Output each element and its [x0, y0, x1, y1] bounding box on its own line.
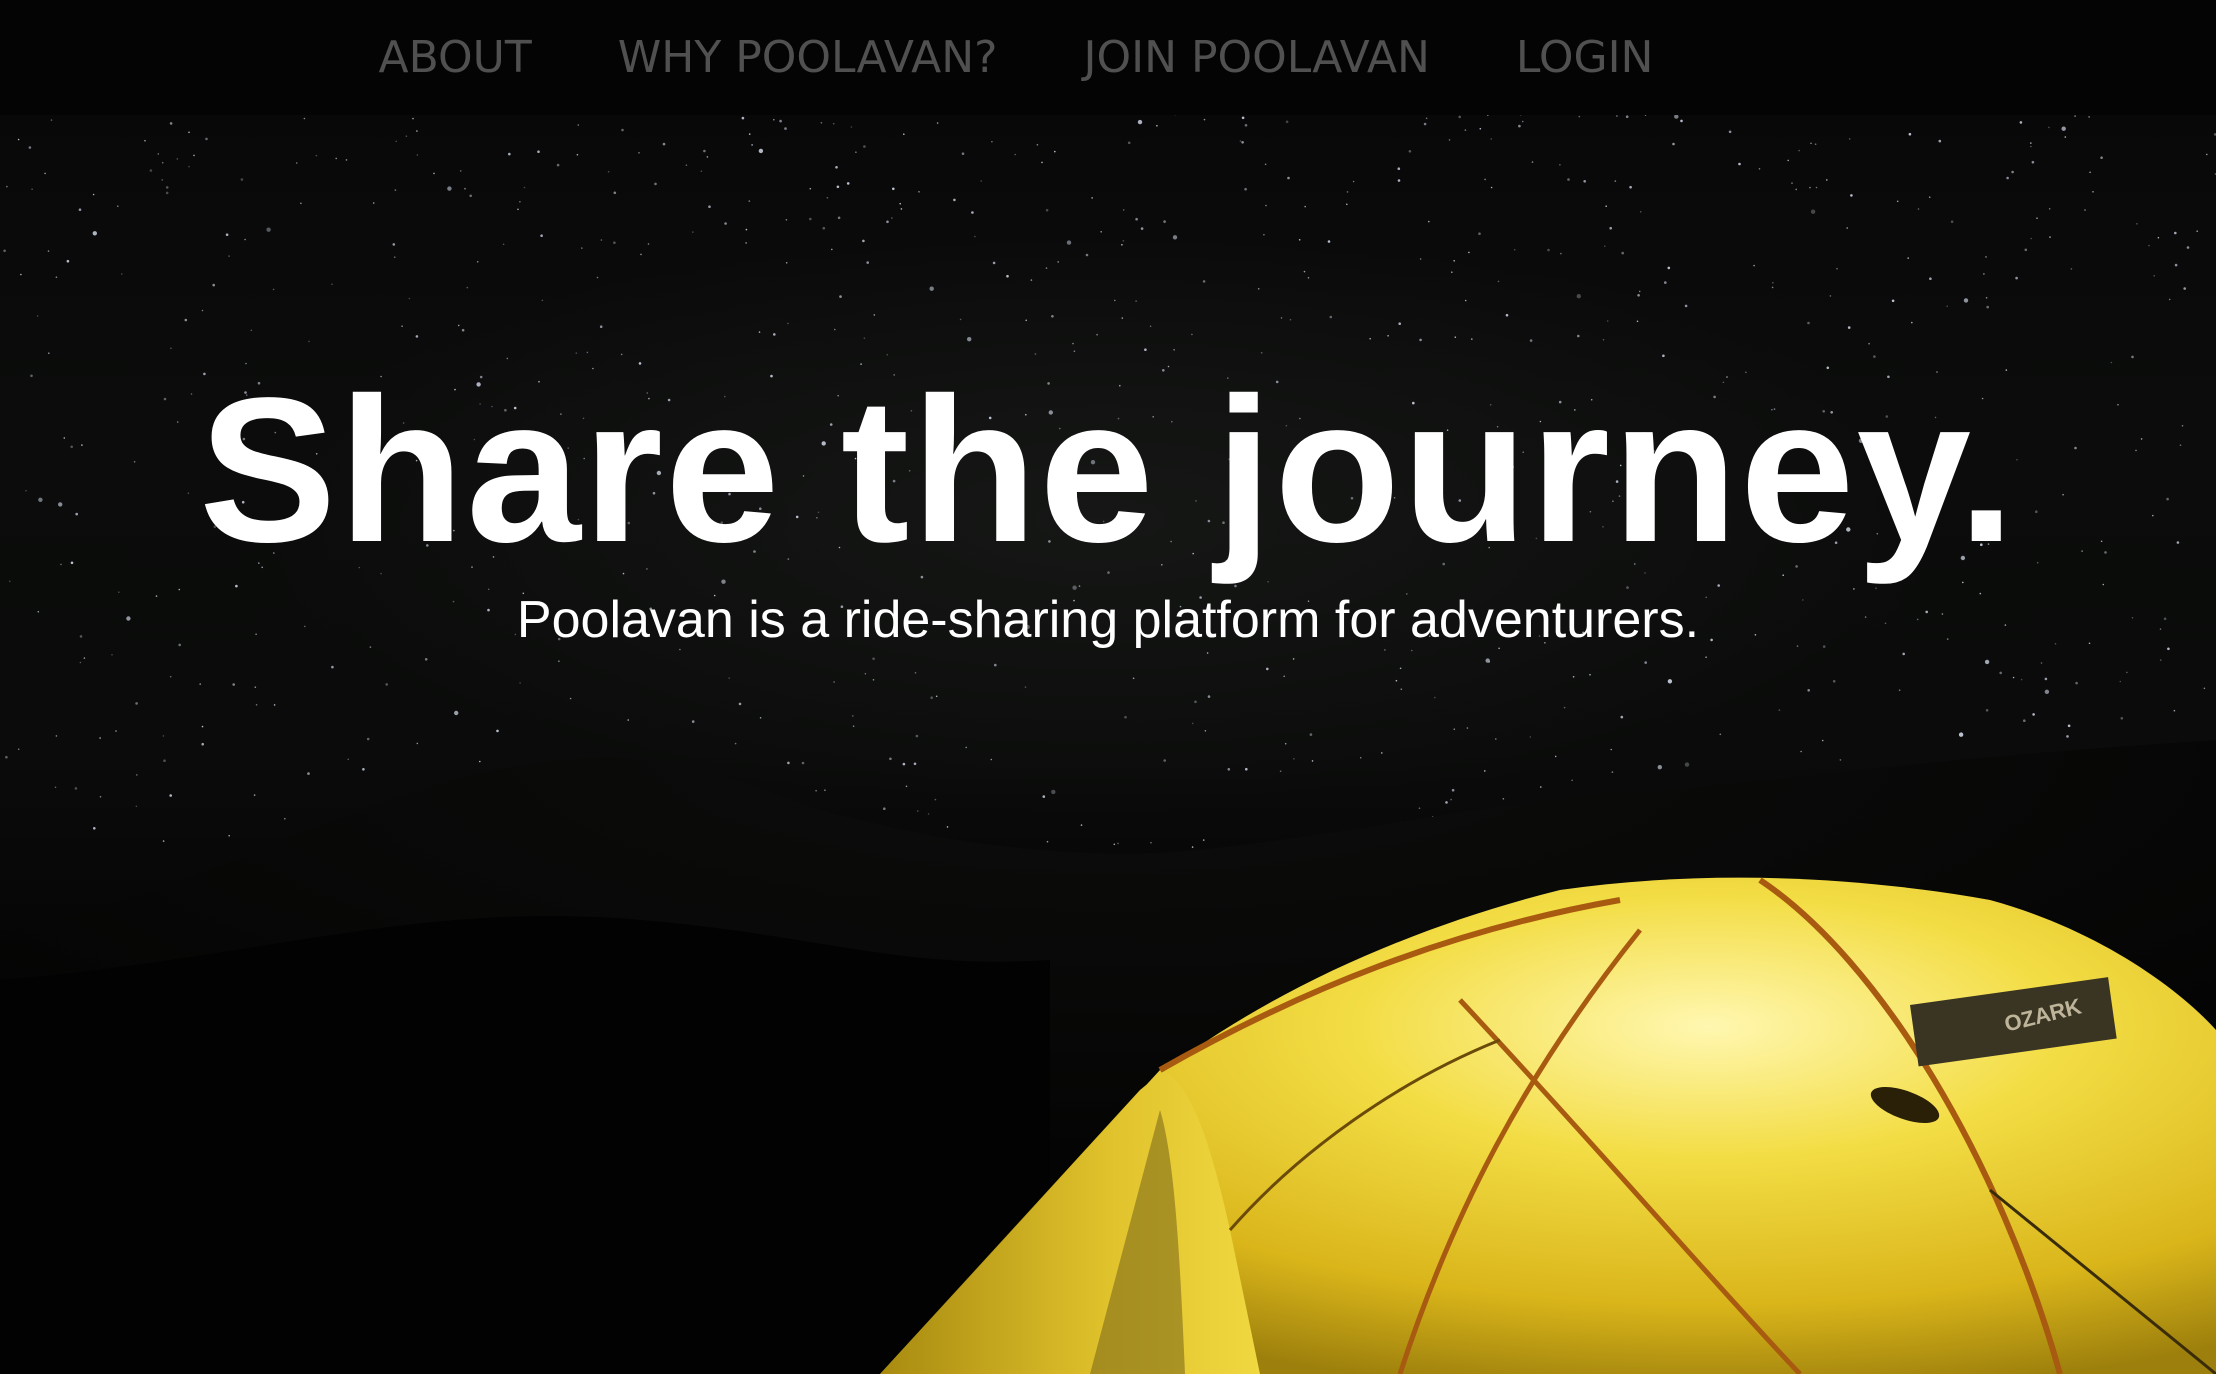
top-navbar: ABOUT WHY POOLAVAN? JOIN POOLAVAN LOGIN: [0, 0, 2216, 115]
nav-menu: ABOUT WHY POOLAVAN? JOIN POOLAVAN LOGIN: [0, 26, 2124, 88]
nav-link-login[interactable]: LOGIN: [1516, 32, 1654, 83]
nav-link-about[interactable]: ABOUT: [379, 32, 532, 83]
tent-illustration: OZARK: [880, 877, 2216, 1374]
hero-subheadline: Poolavan is a ride-sharing platform for …: [516, 591, 1700, 649]
nav-link-why-poolavan[interactable]: WHY POOLAVAN?: [618, 32, 998, 83]
hero-headline: Share the journey.: [199, 355, 2017, 585]
nav-link-join-poolavan[interactable]: JOIN POOLAVAN: [1083, 32, 1429, 83]
hero-section: OZARK ABOUT WHY POOLAVAN? JOIN POOLAVAN …: [0, 0, 2216, 1374]
